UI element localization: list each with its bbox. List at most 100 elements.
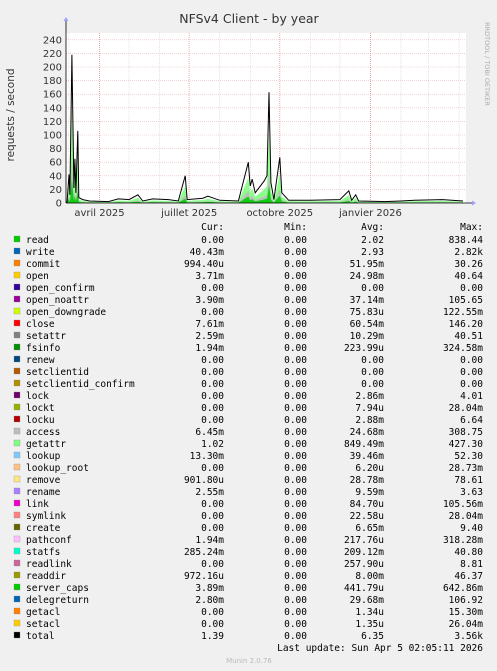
legend-swatch	[13, 391, 21, 399]
y-tick-label: 200	[43, 63, 62, 74]
legend-series-name: locku	[26, 415, 55, 426]
legend-value-max: 0.00	[460, 355, 483, 366]
legend-value-min: 0.00	[284, 331, 307, 342]
legend-column-header: Min:	[284, 222, 307, 233]
legend-value-avg: 24.98m	[350, 271, 385, 282]
legend-swatch	[13, 403, 21, 411]
legend-value-max: 40.80	[454, 547, 483, 558]
legend-series-name: link	[26, 499, 49, 510]
legend-value-max: 28.73m	[449, 463, 484, 474]
legend-value-cur: 0.00	[201, 283, 224, 294]
y-tick-label: 160	[43, 90, 62, 101]
rrdtool-watermark: RRDTOOL / TOBI OETIKER	[483, 22, 491, 106]
legend-value-min: 0.00	[284, 367, 307, 378]
legend-value-max: 28.04m	[449, 511, 484, 522]
legend-value-cur: 2.55m	[195, 487, 224, 498]
chart: NFSv4 Client - by year requests / second…	[0, 0, 497, 671]
legend-value-cur: 0.00	[201, 391, 224, 402]
legend-swatch	[13, 439, 21, 447]
legend-value-cur: 3.71m	[195, 271, 224, 282]
legend-series-name: readdir	[26, 571, 66, 582]
legend-value-cur: 2.80m	[195, 595, 224, 606]
legend-value-min: 0.00	[284, 595, 307, 606]
legend-value-cur: 972.16u	[184, 571, 224, 582]
x-tick-label: avril 2025	[74, 208, 124, 219]
legend-series-name: server_caps	[26, 583, 89, 594]
legend-swatch	[13, 631, 21, 639]
legend-value-min: 0.00	[284, 631, 307, 642]
legend-value-cur: 13.30m	[190, 451, 225, 462]
y-tick-label: 40	[49, 171, 62, 182]
legend-value-cur: 0.00	[201, 379, 224, 390]
legend-value-min: 0.00	[284, 355, 307, 366]
legend-value-max: 105.65	[449, 295, 483, 306]
legend-series-name: access	[26, 427, 60, 438]
legend-value-avg: 0.00	[361, 379, 384, 390]
legend-value-cur: 3.90m	[195, 295, 224, 306]
last-update: Last update: Sun Apr 5 02:05:11 2026	[277, 643, 483, 654]
legend-swatch	[13, 259, 21, 267]
legend-series-name: remove	[26, 475, 61, 486]
legend-series-name: setattr	[26, 331, 66, 342]
legend-value-max: 838.44	[449, 235, 484, 246]
legend-series-name: pathconf	[26, 535, 72, 546]
legend-value-max: 0.00	[460, 283, 483, 294]
legend-value-max: 78.61	[454, 475, 483, 486]
legend-series-name: setclientid	[26, 367, 89, 378]
legend-value-cur: 1.39	[201, 631, 224, 642]
legend-value-min: 0.00	[284, 571, 307, 582]
legend-series-name: write	[26, 247, 55, 258]
legend-value-avg: 2.93	[361, 247, 384, 258]
legend-swatch	[13, 247, 21, 255]
legend-value-cur: 0.00	[201, 511, 224, 522]
legend-value-cur: 0.00	[201, 415, 224, 426]
legend-series-name: getacl	[26, 607, 60, 618]
legend-series-name: delegreturn	[26, 595, 89, 606]
legend-value-cur: 0.00	[201, 463, 224, 474]
legend-swatch	[13, 355, 21, 363]
legend-value-max: 40.51	[454, 331, 483, 342]
y-tick-label: 60	[49, 158, 62, 169]
x-tick-label: octobre 2025	[246, 208, 313, 219]
legend-value-avg: 8.00m	[355, 571, 384, 582]
legend-value-min: 0.00	[284, 451, 307, 462]
legend-swatch	[13, 583, 21, 591]
legend-series-name: lock	[26, 391, 49, 402]
legend-swatch	[13, 571, 21, 579]
y-tick-label: 80	[49, 144, 62, 155]
legend-value-cur: 994.40u	[184, 259, 224, 270]
legend-value-min: 0.00	[284, 259, 307, 270]
legend-value-avg: 10.29m	[350, 331, 385, 342]
legend-value-cur: 0.00	[201, 307, 224, 318]
legend-value-max: 3.63	[460, 487, 483, 498]
legend-swatch	[13, 295, 21, 303]
legend-series-name: open	[26, 271, 49, 282]
legend-value-avg: 2.86m	[355, 391, 384, 402]
legend-value-cur: 1.94m	[195, 343, 224, 354]
legend-value-max: 324.58m	[443, 343, 483, 354]
legend-series-name: lookup_root	[26, 463, 89, 474]
legend-swatch	[13, 307, 21, 315]
legend-value-cur: 3.89m	[195, 583, 224, 594]
legend-swatch	[13, 319, 21, 327]
legend-value-cur: 0.00	[201, 235, 224, 246]
legend-swatch	[13, 415, 21, 423]
legend-value-max: 308.75	[449, 427, 483, 438]
legend-value-min: 0.00	[284, 475, 307, 486]
y-tick-label: 180	[43, 76, 62, 87]
legend-value-avg: 217.76u	[344, 535, 384, 546]
legend-value-avg: 0.00	[361, 355, 384, 366]
legend-series-name: readlink	[26, 559, 72, 570]
x-tick-label: juillet 2025	[160, 208, 217, 219]
legend-value-max: 642.86m	[443, 583, 483, 594]
legend-series-name: read	[26, 235, 49, 246]
legend-value-avg: 257.90u	[344, 559, 384, 570]
legend-value-max: 427.30	[449, 439, 484, 450]
legend-value-min: 0.00	[284, 415, 307, 426]
legend-value-max: 0.00	[460, 367, 483, 378]
legend-value-avg: 29.68m	[350, 595, 385, 606]
legend-value-avg: 209.12m	[344, 547, 384, 558]
legend-value-cur: 901.80u	[184, 475, 224, 486]
legend-series-name: rename	[26, 487, 61, 498]
legend-value-avg: 37.14m	[350, 295, 385, 306]
